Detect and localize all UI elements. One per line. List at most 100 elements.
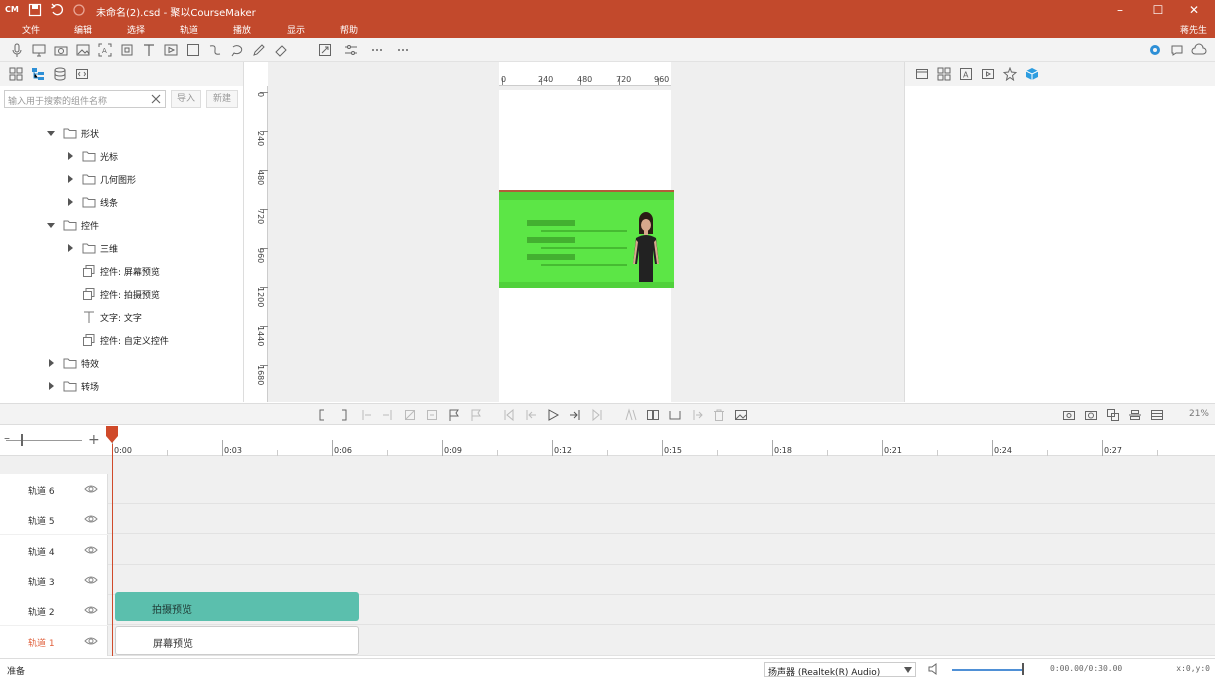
distribute-icon[interactable] <box>1150 408 1164 422</box>
image-icon[interactable] <box>75 42 91 58</box>
tree-item-geometry[interactable]: 几何图形 <box>0 168 243 190</box>
animation-icon[interactable] <box>1003 67 1017 81</box>
skip-start-icon[interactable] <box>502 408 516 422</box>
track-header[interactable]: 轨道 6 <box>0 474 108 504</box>
tree-view-icon[interactable] <box>31 67 45 81</box>
camera-icon[interactable] <box>53 42 69 58</box>
pen-icon[interactable] <box>251 42 267 58</box>
widget-icon[interactable] <box>119 42 135 58</box>
menu-track[interactable]: 轨道 <box>180 23 198 36</box>
more-icon[interactable] <box>369 42 385 58</box>
rectangle-icon[interactable] <box>185 42 201 58</box>
speaker-icon[interactable] <box>927 662 941 676</box>
volume-slider[interactable] <box>952 669 1024 671</box>
menu-view[interactable]: 显示 <box>287 23 305 36</box>
caret-right-icon[interactable] <box>46 358 56 368</box>
tree-item-text[interactable]: 文字: 文字 <box>0 306 243 328</box>
media-icon[interactable] <box>981 67 995 81</box>
caret-right-icon[interactable] <box>65 197 75 207</box>
eye-icon[interactable] <box>84 634 98 648</box>
volume-handle[interactable] <box>1022 663 1024 675</box>
resize-icon[interactable] <box>317 42 333 58</box>
columns-icon[interactable] <box>646 408 660 422</box>
skip-end-icon[interactable] <box>590 408 604 422</box>
caret-down-icon[interactable] <box>46 128 56 138</box>
clear-search-icon[interactable] <box>149 92 163 106</box>
microphone-icon[interactable] <box>9 42 25 58</box>
trim-icon[interactable] <box>668 408 682 422</box>
zoom-out-button[interactable]: – <box>4 431 10 445</box>
align-icon[interactable] <box>1128 408 1142 422</box>
comment-icon[interactable] <box>1169 42 1185 58</box>
delete-icon[interactable] <box>712 408 726 422</box>
import-button[interactable]: 导入 <box>171 90 201 108</box>
eye-icon[interactable] <box>84 573 98 587</box>
redo-icon[interactable] <box>72 3 86 17</box>
camera-capture-icon[interactable] <box>1084 408 1098 422</box>
save-icon[interactable] <box>28 3 42 17</box>
tree-item-transitions[interactable]: 转场 <box>0 375 243 397</box>
tree-item-cursor[interactable]: 光标 <box>0 145 243 167</box>
user-name[interactable]: 蒋先生 <box>1180 23 1207 36</box>
settings-gear-icon[interactable] <box>1147 42 1163 58</box>
adjust-icon[interactable] <box>343 42 359 58</box>
eye-icon[interactable] <box>84 603 98 617</box>
tree-item-camera-preview[interactable]: 控件: 拍摄预览 <box>0 283 243 305</box>
timeline-zoom-handle[interactable] <box>21 434 23 446</box>
picture-icon[interactable] <box>734 408 748 422</box>
mark-out-icon[interactable] <box>337 408 351 422</box>
track-row[interactable]: 轨道 3 <box>0 565 1215 595</box>
video-icon[interactable] <box>163 42 179 58</box>
mark-in-icon[interactable] <box>315 408 329 422</box>
screen-preview-clip[interactable]: 屏幕预览 <box>115 626 359 655</box>
split-left-icon[interactable] <box>359 408 373 422</box>
undo-icon[interactable] <box>50 3 64 17</box>
track-header[interactable]: 轨道 4 <box>0 535 108 565</box>
new-button[interactable]: 新建 <box>206 90 238 108</box>
track-header[interactable]: 轨道 1 <box>0 626 108 656</box>
caret-right-icon[interactable] <box>65 243 75 253</box>
3d-cube-icon[interactable] <box>1025 67 1039 81</box>
eraser-icon[interactable] <box>273 42 289 58</box>
grid-view-icon[interactable] <box>9 67 23 81</box>
audio-device-select[interactable]: 扬声器 (Realtek(R) Audio) <box>764 662 916 678</box>
time-ruler[interactable]: 0:00 0:03 0:06 0:09 0:12 0:15 0:18 0:21 <box>112 426 1215 456</box>
minimize-button[interactable]: – <box>1112 2 1128 18</box>
tree-item-shapes[interactable]: 形状 <box>0 122 243 144</box>
code-icon[interactable] <box>75 67 89 81</box>
layout-grid-icon[interactable] <box>937 67 951 81</box>
track-header[interactable]: 轨道 3 <box>0 565 108 595</box>
caret-down-icon[interactable] <box>46 220 56 230</box>
track-header[interactable]: 轨道 5 <box>0 504 108 534</box>
caret-right-icon[interactable] <box>46 381 56 391</box>
menu-help[interactable]: 帮助 <box>340 23 358 36</box>
flag-icon[interactable] <box>447 408 461 422</box>
caret-right-icon[interactable] <box>65 151 75 161</box>
playhead-handle[interactable] <box>106 426 118 444</box>
text-effect-icon[interactable] <box>624 408 638 422</box>
caret-right-icon[interactable] <box>65 174 75 184</box>
split-right-icon[interactable] <box>381 408 395 422</box>
ocr-icon[interactable]: A <box>97 42 113 58</box>
crop-icon[interactable] <box>403 408 417 422</box>
play-icon[interactable] <box>546 408 560 422</box>
text-style-icon[interactable]: A <box>959 67 973 81</box>
fit-icon[interactable] <box>425 408 439 422</box>
tree-item-effects[interactable]: 特效 <box>0 352 243 374</box>
database-icon[interactable] <box>53 67 67 81</box>
track-header[interactable]: 轨道 2 <box>0 595 108 625</box>
group-icon[interactable] <box>1106 408 1120 422</box>
window-icon[interactable] <box>915 67 929 81</box>
lasso-icon[interactable] <box>229 42 245 58</box>
flag-remove-icon[interactable] <box>469 408 483 422</box>
cloud-icon[interactable] <box>1191 42 1207 58</box>
text-icon[interactable] <box>141 42 157 58</box>
screen-record-icon[interactable] <box>31 42 47 58</box>
curve-icon[interactable] <box>207 42 223 58</box>
eye-icon[interactable] <box>84 543 98 557</box>
more-options-icon[interactable] <box>395 42 411 58</box>
snapshot-icon[interactable] <box>1062 408 1076 422</box>
tree-item-3d[interactable]: 三维 <box>0 237 243 259</box>
tree-item-lines[interactable]: 线条 <box>0 191 243 213</box>
component-search-input[interactable]: 输入用于搜索的组件名称 <box>4 90 166 108</box>
